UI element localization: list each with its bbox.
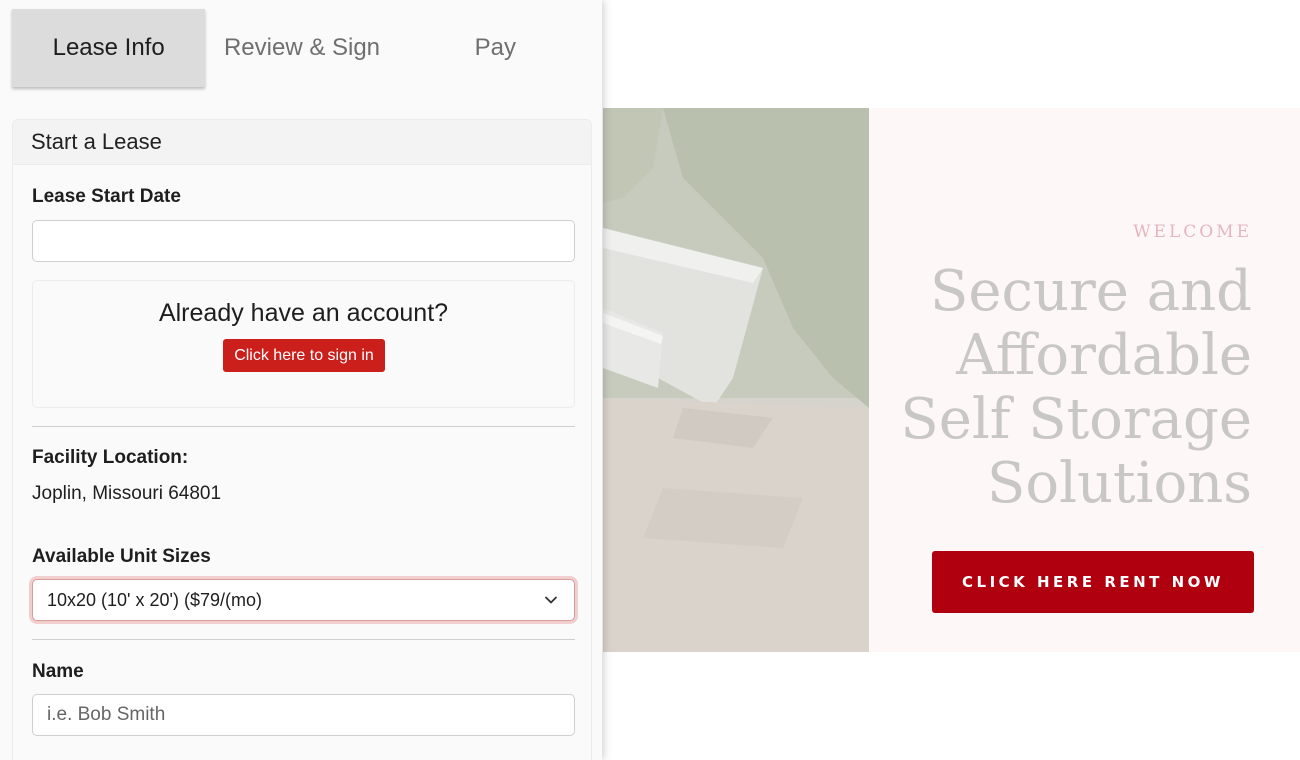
unit-size-select[interactable]: 10x20 (10' x 20') ($79/(mo) [32, 579, 575, 621]
headline-line: Self Storage [900, 387, 1252, 452]
headline-line: Secure and [930, 259, 1252, 324]
storage-facility-photo [603, 108, 869, 652]
hero-text-area: WELCOME Secure and Affordable Self Stora… [869, 108, 1300, 652]
lease-start-label: Lease Start Date [32, 186, 181, 207]
tab-review-sign[interactable]: Review & Sign [205, 9, 398, 87]
name-label: Name [32, 661, 84, 682]
facility-location-label: Facility Location: [32, 447, 189, 468]
lease-form-card: Start a Lease Lease Start Date Already h… [12, 119, 592, 760]
divider [32, 426, 575, 427]
lease-start-date-input[interactable] [32, 220, 575, 262]
tab-pay[interactable]: Pay [399, 9, 592, 87]
account-signin-box: Already have an account? Click here to s… [32, 280, 575, 408]
chevron-down-icon [545, 596, 557, 604]
rent-now-button[interactable]: CLICK HERE RENT NOW [932, 551, 1254, 613]
welcome-label: WELCOME [1133, 222, 1252, 242]
headline-line: Affordable [956, 323, 1252, 388]
headline-line: Solutions [987, 451, 1252, 516]
name-input[interactable] [32, 694, 575, 736]
unit-size-selected-value: 10x20 (10' x 20') ($79/(mo) [47, 589, 262, 610]
unit-sizes-label: Available Unit Sizes [32, 546, 211, 567]
storage-photo-illustration [603, 108, 869, 652]
divider [32, 639, 575, 640]
facility-location-value: Joplin, Missouri 64801 [32, 483, 222, 504]
lease-tabs: Lease Info Review & Sign Pay [12, 9, 592, 87]
account-prompt: Already have an account? [158, 299, 449, 327]
lease-panel: Lease Info Review & Sign Pay Start a Lea… [0, 0, 602, 760]
tab-lease-info[interactable]: Lease Info [12, 9, 206, 87]
hero-headline: Secure and Affordable Self Storage Solut… [892, 260, 1252, 516]
hero-section: WELCOME Secure and Affordable Self Stora… [603, 108, 1300, 652]
card-title: Start a Lease [13, 120, 591, 165]
sign-in-button[interactable]: Click here to sign in [223, 339, 385, 372]
